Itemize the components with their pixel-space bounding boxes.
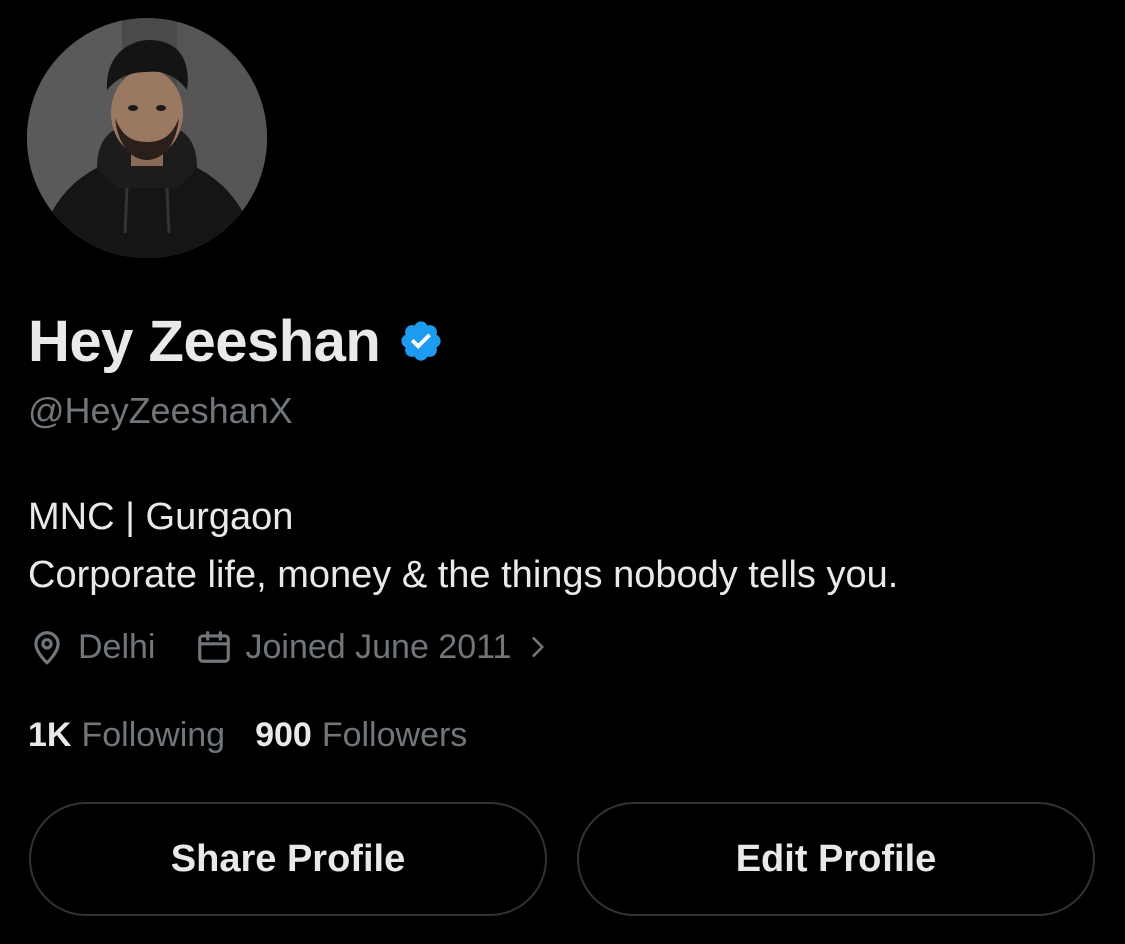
followers-stat[interactable]: 900 Followers — [255, 716, 467, 755]
profile-stats: 1K Following 900 Followers — [28, 712, 467, 758]
following-stat[interactable]: 1K Following — [28, 716, 225, 755]
location-text: Delhi — [78, 627, 156, 666]
location-pin-icon — [28, 628, 66, 666]
edit-profile-button[interactable]: Edit Profile — [577, 802, 1095, 916]
avatar-photo — [27, 18, 267, 258]
bio-line: Corporate life, money & the things nobod… — [28, 554, 899, 596]
verified-badge-icon[interactable] — [398, 318, 444, 364]
avatar[interactable] — [27, 18, 267, 258]
chevron-right-icon — [525, 632, 551, 662]
profile-handle: @HeyZeeshanX — [28, 390, 293, 431]
location-item: Delhi — [28, 628, 155, 667]
display-name-row: Hey Zeeshan — [28, 306, 444, 376]
profile-bio: MNC | Gurgaon Corporate life, money & th… — [28, 488, 898, 604]
profile-meta: Delhi Joined June 2011 — [28, 622, 551, 672]
following-count: 1K — [28, 715, 72, 754]
followers-label: Followers — [321, 715, 468, 754]
calendar-icon — [195, 628, 233, 666]
bio-line: MNC | Gurgaon — [28, 496, 294, 538]
followers-count: 900 — [255, 715, 312, 754]
display-name: Hey Zeeshan — [28, 308, 381, 374]
share-profile-button[interactable]: Share Profile — [29, 802, 547, 916]
following-label: Following — [81, 715, 226, 754]
joined-item[interactable]: Joined June 2011 — [195, 628, 551, 667]
joined-text: Joined June 2011 — [245, 627, 512, 666]
